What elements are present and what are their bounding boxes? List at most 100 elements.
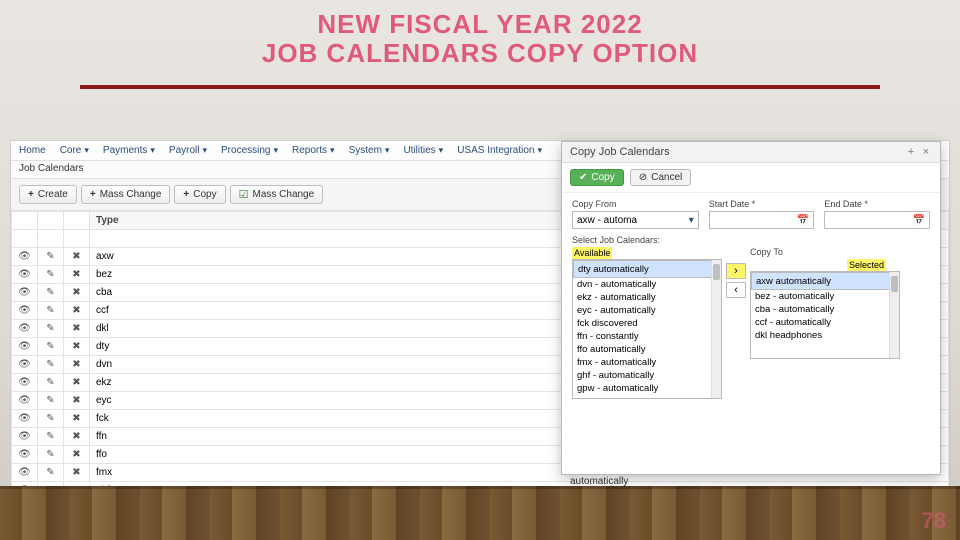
available-block: Available dty automaticallydvn - automat…	[572, 247, 722, 399]
delete-icon[interactable]: ✖	[64, 446, 90, 464]
view-icon[interactable]: 👁	[12, 446, 38, 464]
chevron-down-icon: ▾	[689, 215, 694, 226]
copy-button[interactable]: + Copy	[174, 185, 225, 204]
nav-utilities[interactable]: Utilities	[403, 145, 443, 156]
list-item[interactable]: dvn - automatically	[573, 278, 721, 291]
delete-icon[interactable]: ✖	[64, 320, 90, 338]
edit-icon[interactable]: ✎	[38, 356, 64, 374]
delete-icon[interactable]: ✖	[64, 428, 90, 446]
view-icon[interactable]: 👁	[12, 266, 38, 284]
list-item[interactable]: ekz - automatically	[573, 291, 721, 304]
nav-system[interactable]: System	[349, 145, 390, 156]
list-item[interactable]: dty automatically	[573, 260, 721, 278]
edit-icon[interactable]: ✎	[38, 338, 64, 356]
scrollbar[interactable]	[889, 272, 899, 358]
available-listbox[interactable]: dty automaticallydvn - automaticallyekz …	[572, 259, 722, 399]
view-icon[interactable]: 👁	[12, 320, 38, 338]
modal-actions: ✔ Copy ⊘ Cancel	[562, 163, 940, 193]
edit-icon[interactable]: ✎	[38, 320, 64, 338]
mass-change-button[interactable]: + Mass Change	[81, 185, 171, 204]
modal-expand-icon[interactable]: +	[905, 146, 917, 158]
view-icon[interactable]: 👁	[12, 284, 38, 302]
delete-icon[interactable]: ✖	[64, 392, 90, 410]
delete-icon[interactable]: ✖	[64, 284, 90, 302]
list-item[interactable]: ffo automatically	[573, 343, 721, 356]
edit-icon[interactable]: ✎	[38, 284, 64, 302]
plus-icon: +	[28, 189, 34, 200]
modal-close-icon[interactable]: ×	[920, 146, 932, 158]
modal-copy-label: Copy	[591, 172, 614, 183]
copy-from-select[interactable]: axw - automa ▾	[572, 211, 699, 229]
edit-icon[interactable]: ✎	[38, 374, 64, 392]
view-icon[interactable]: 👁	[12, 356, 38, 374]
list-item[interactable]: bez - automatically	[751, 290, 899, 303]
nav-reports[interactable]: Reports	[292, 145, 335, 156]
edit-icon[interactable]: ✎	[38, 410, 64, 428]
delete-icon[interactable]: ✖	[64, 374, 90, 392]
slide: NEW FISCAL YEAR 2022 JOB CALENDARS COPY …	[0, 0, 960, 540]
list-item[interactable]: ccf - automatically	[751, 316, 899, 329]
nav-core[interactable]: Core	[60, 145, 89, 156]
list-item[interactable]: axw automatically	[751, 272, 899, 290]
scrollbar[interactable]	[711, 260, 721, 398]
list-item[interactable]: ghf - automatically	[573, 369, 721, 382]
create-button[interactable]: + Create	[19, 185, 77, 204]
list-item[interactable]: dkl headphones	[751, 329, 899, 342]
delete-icon[interactable]: ✖	[64, 302, 90, 320]
move-left-button[interactable]: ‹	[726, 282, 746, 298]
edit-icon[interactable]: ✎	[38, 266, 64, 284]
plus-icon: +	[183, 189, 189, 200]
filter-view	[12, 230, 38, 248]
nav-home[interactable]: Home	[19, 145, 46, 156]
view-icon[interactable]: 👁	[12, 410, 38, 428]
delete-icon[interactable]: ✖	[64, 338, 90, 356]
edit-icon[interactable]: ✎	[38, 248, 64, 266]
selected-listbox[interactable]: axw automaticallybez - automaticallycba …	[750, 271, 900, 359]
filter-delete	[64, 230, 90, 248]
list-item[interactable]: ffn - constantly	[573, 330, 721, 343]
delete-icon[interactable]: ✖	[64, 266, 90, 284]
list-item[interactable]: eyc - automatically	[573, 304, 721, 317]
end-date-label: End Date *	[824, 199, 930, 209]
copy-from-label: Copy From	[572, 199, 699, 209]
copy-from-value: axw - automa	[577, 215, 637, 226]
delete-icon[interactable]: ✖	[64, 248, 90, 266]
nav-processing[interactable]: Processing	[221, 145, 278, 156]
calendar-icon: 📅	[913, 215, 925, 226]
slide-title: NEW FISCAL YEAR 2022 JOB CALENDARS COPY …	[0, 0, 960, 67]
edit-icon[interactable]: ✎	[38, 302, 64, 320]
view-icon[interactable]: 👁	[12, 374, 38, 392]
modal-copy-button[interactable]: ✔ Copy	[570, 169, 624, 186]
view-icon[interactable]: 👁	[12, 338, 38, 356]
list-item[interactable]: gpw - automatically	[573, 382, 721, 395]
nav-payments[interactable]: Payments	[103, 145, 155, 156]
title-underline	[80, 85, 880, 89]
copy-to-label: Copy To	[750, 247, 900, 257]
view-icon[interactable]: 👁	[12, 428, 38, 446]
delete-icon[interactable]: ✖	[64, 356, 90, 374]
edit-icon[interactable]: ✎	[38, 446, 64, 464]
list-item[interactable]: cba - automatically	[751, 303, 899, 316]
move-right-button[interactable]: ›	[726, 263, 746, 279]
start-date-input[interactable]: 📅	[709, 211, 815, 229]
title-line-2: JOB CALENDARS COPY OPTION	[0, 39, 960, 68]
edit-icon[interactable]: ✎	[38, 428, 64, 446]
modal-cancel-button[interactable]: ⊘ Cancel	[630, 169, 692, 186]
end-date-input[interactable]: 📅	[824, 211, 930, 229]
edit-icon[interactable]: ✎	[38, 392, 64, 410]
calendar-icon: 📅	[797, 215, 809, 226]
create-label: Create	[38, 189, 68, 200]
view-icon[interactable]: 👁	[12, 302, 38, 320]
check-icon: ☑	[239, 188, 249, 201]
modal-body: Copy From axw - automa ▾ Start Date * 📅	[562, 193, 940, 405]
nav-payroll[interactable]: Payroll	[169, 145, 207, 156]
list-item[interactable]: fck discovered	[573, 317, 721, 330]
mass-change-check-button[interactable]: ☑ Mass Change	[230, 185, 324, 204]
selected-label: Selected	[847, 259, 886, 271]
nav-usas[interactable]: USAS Integration	[457, 145, 542, 156]
view-icon[interactable]: 👁	[12, 248, 38, 266]
delete-icon[interactable]: ✖	[64, 410, 90, 428]
list-item[interactable]: fmx - automatically	[573, 356, 721, 369]
view-icon[interactable]: 👁	[12, 392, 38, 410]
start-date-label: Start Date *	[709, 199, 815, 209]
